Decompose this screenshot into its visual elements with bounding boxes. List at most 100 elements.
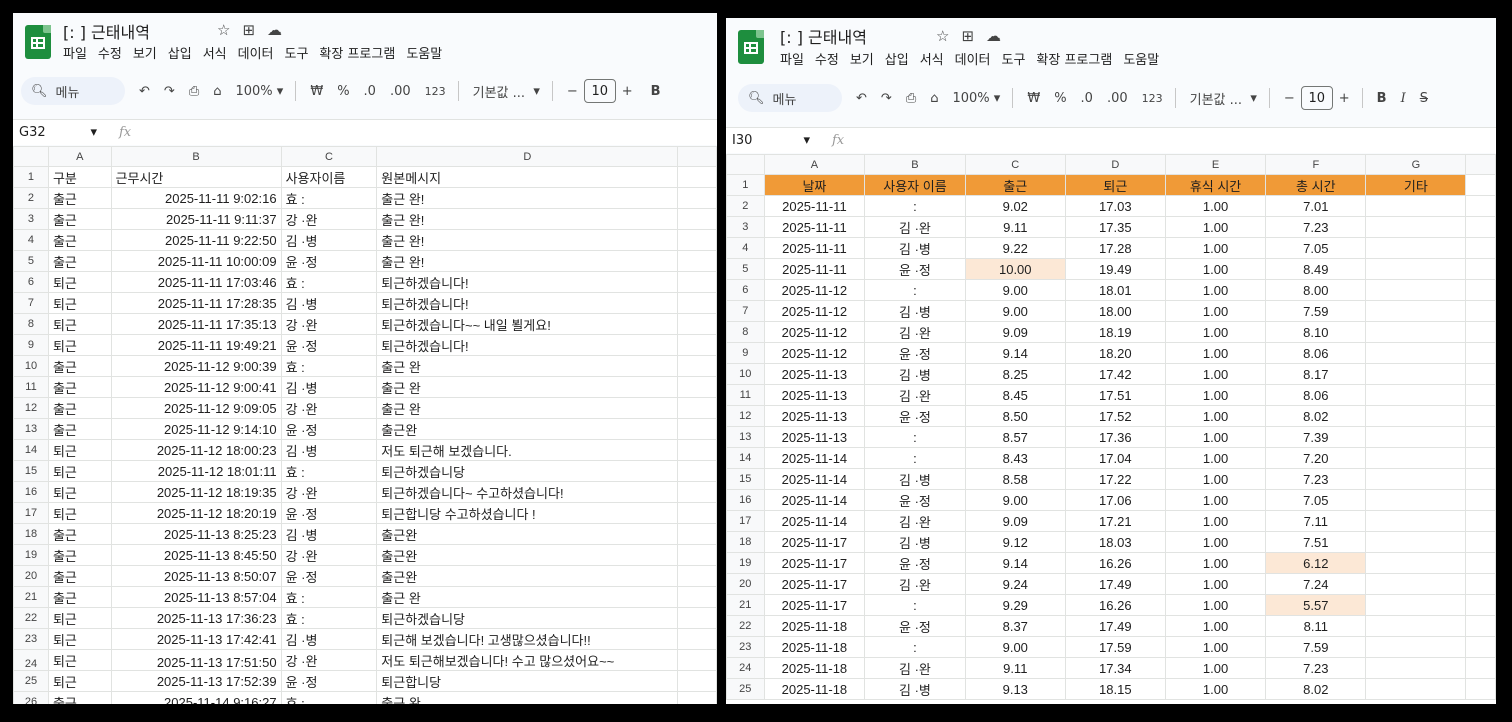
- cell-date[interactable]: 2025-11-18: [763, 657, 866, 679]
- cell-etc[interactable]: [1365, 216, 1467, 238]
- column-header[interactable]: [1465, 154, 1496, 175]
- cell-empty[interactable]: [1465, 594, 1496, 616]
- cell-date[interactable]: 2025-11-13: [763, 384, 866, 406]
- cell-total[interactable]: 8.06: [1265, 384, 1367, 406]
- cell-user[interactable]: 효 :: [280, 460, 378, 482]
- cell-empty[interactable]: [1465, 573, 1496, 595]
- cell-name[interactable]: :: [864, 447, 966, 469]
- cell-user[interactable]: 효 :: [280, 607, 378, 629]
- cell-date[interactable]: 2025-11-14: [763, 447, 866, 469]
- cell-empty[interactable]: [677, 376, 717, 398]
- cell-out[interactable]: 17.35: [1064, 216, 1166, 238]
- decrease-decimal-button[interactable]: .0: [364, 84, 376, 99]
- cell-date[interactable]: 2025-11-14: [763, 468, 866, 490]
- row-header[interactable]: 21: [726, 594, 765, 616]
- cell-name[interactable]: 김 ·완: [864, 573, 966, 595]
- print-icon[interactable]: ⎙: [906, 91, 916, 106]
- cell-rest[interactable]: 1.00: [1164, 552, 1267, 574]
- menu-search[interactable]: 🔍︎ 메뉴: [738, 84, 842, 112]
- cell-in[interactable]: 9.11: [964, 657, 1066, 679]
- cell-type[interactable]: 출근: [47, 397, 112, 419]
- cell-in[interactable]: 9.24: [964, 573, 1066, 595]
- cell-name[interactable]: 윤 ·정: [864, 615, 966, 637]
- menu-item[interactable]: 확장 프로그램: [319, 43, 395, 62]
- cell-total[interactable]: 7.05: [1265, 237, 1367, 259]
- cloud-status-icon[interactable]: ☁: [267, 21, 282, 39]
- cell-date[interactable]: 2025-11-18: [763, 678, 866, 700]
- cell-name[interactable]: 김 ·병: [864, 678, 966, 700]
- cell-empty[interactable]: [677, 355, 717, 377]
- cell-total[interactable]: 7.20: [1265, 447, 1367, 469]
- row-header[interactable]: 1: [726, 174, 765, 196]
- menu-item[interactable]: 파일: [780, 49, 804, 68]
- cell-empty[interactable]: [677, 649, 717, 671]
- cell-date[interactable]: 2025-11-12: [763, 342, 866, 364]
- cell-type[interactable]: 출근: [47, 523, 112, 545]
- cell-out[interactable]: 18.00: [1064, 300, 1166, 322]
- cell-in[interactable]: 10.00: [964, 258, 1066, 280]
- cell-etc[interactable]: [1365, 321, 1467, 343]
- cell-message[interactable]: 퇴근해 보겠습니다! 고생많으셨습니다!!: [376, 628, 679, 650]
- cell-type[interactable]: 출근: [47, 250, 112, 272]
- cell-type[interactable]: 퇴근: [47, 481, 112, 503]
- cell-name[interactable]: 윤 ·정: [864, 552, 966, 574]
- row-header[interactable]: 7: [726, 300, 765, 322]
- cell-empty[interactable]: [677, 607, 717, 629]
- increase-decimal-button[interactable]: .00: [1107, 91, 1128, 106]
- cell-rest[interactable]: 1.00: [1164, 615, 1267, 637]
- cell-in[interactable]: 8.45: [964, 384, 1066, 406]
- cell-type[interactable]: 퇴근: [47, 460, 112, 482]
- cell-type[interactable]: 퇴근: [47, 649, 112, 671]
- cell-date[interactable]: 2025-11-13: [763, 426, 866, 448]
- row-header[interactable]: 4: [726, 237, 765, 259]
- row-header[interactable]: 14: [13, 439, 49, 461]
- cell-total[interactable]: 5.57: [1265, 594, 1367, 616]
- row-header[interactable]: 2: [726, 195, 765, 217]
- row-header[interactable]: 23: [13, 628, 49, 650]
- cell-etc[interactable]: [1365, 468, 1467, 490]
- cell-name[interactable]: :: [864, 636, 966, 658]
- cell-date[interactable]: 2025-11-12: [763, 279, 866, 301]
- cell-in[interactable]: 9.29: [964, 594, 1066, 616]
- cell-user[interactable]: 윤 ·정: [280, 418, 378, 440]
- cell-name[interactable]: 윤 ·정: [864, 258, 966, 280]
- cell-message[interactable]: 출근 완: [376, 586, 679, 608]
- cell-user[interactable]: 김 ·병: [280, 628, 378, 650]
- cell-user[interactable]: 김 ·병: [280, 523, 378, 545]
- cell-name[interactable]: 김 ·완: [864, 384, 966, 406]
- row-header[interactable]: 17: [13, 502, 49, 524]
- menu-item[interactable]: 삽입: [885, 49, 909, 68]
- cell-in[interactable]: 8.50: [964, 405, 1066, 427]
- cell-empty[interactable]: [677, 166, 717, 188]
- cell-etc[interactable]: [1365, 636, 1467, 658]
- row-header[interactable]: 11: [726, 384, 765, 406]
- cell-message[interactable]: 퇴근하겠습니당: [376, 607, 679, 629]
- header-cell[interactable]: 기타: [1365, 174, 1467, 196]
- cell-total[interactable]: 7.01: [1265, 195, 1367, 217]
- cell-empty[interactable]: [677, 481, 717, 503]
- menu-item[interactable]: 서식: [920, 49, 944, 68]
- redo-icon[interactable]: ↷: [164, 84, 175, 99]
- menu-item[interactable]: 도움말: [406, 43, 442, 62]
- cell-message[interactable]: 출근완: [376, 565, 679, 587]
- cell-empty[interactable]: [677, 418, 717, 440]
- cell-user[interactable]: 윤 ·정: [280, 334, 378, 356]
- cell-rest[interactable]: 1.00: [1164, 363, 1267, 385]
- font-size-increase-button[interactable]: +: [622, 84, 633, 99]
- cell-etc[interactable]: [1365, 573, 1467, 595]
- cell-empty[interactable]: [1465, 279, 1496, 301]
- italic-button[interactable]: I: [1401, 91, 1406, 106]
- cell-out[interactable]: 17.06: [1064, 489, 1166, 511]
- cell-etc[interactable]: [1365, 657, 1467, 679]
- cell-name[interactable]: :: [864, 279, 966, 301]
- cell-out[interactable]: 17.49: [1064, 573, 1166, 595]
- cell-name[interactable]: 김 ·병: [864, 468, 966, 490]
- cell-rest[interactable]: 1.00: [1164, 342, 1267, 364]
- row-header[interactable]: 26: [13, 691, 49, 704]
- cell-rest[interactable]: 1.00: [1164, 594, 1267, 616]
- cell-date[interactable]: 2025-11-13: [763, 405, 866, 427]
- sheet-grid[interactable]: ABCDEFG 1 날짜 사용자 이름 출근 퇴근 휴식 시간 총 시간 기타 2 2025-11…: [726, 154, 1496, 704]
- cell-type[interactable]: 출근: [47, 691, 112, 704]
- cell-rest[interactable]: 1.00: [1164, 321, 1267, 343]
- row-header[interactable]: 17: [726, 510, 765, 532]
